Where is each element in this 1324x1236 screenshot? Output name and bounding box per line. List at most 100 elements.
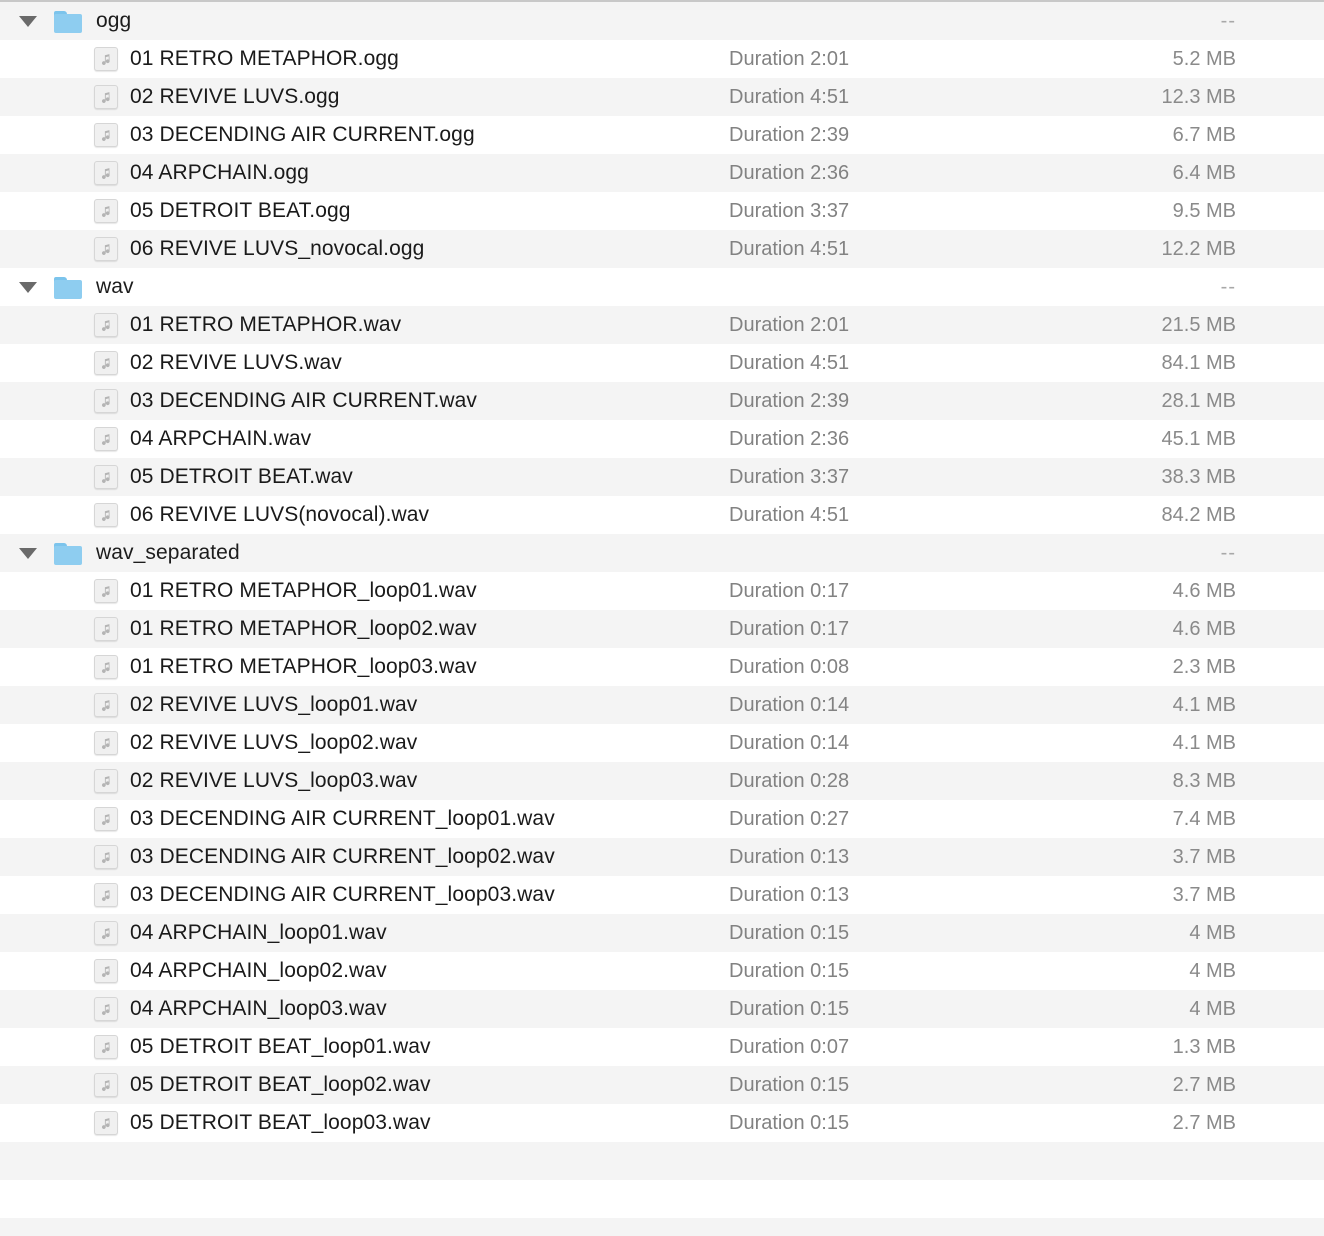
folder-row[interactable]: wav_separated --: [0, 534, 1324, 572]
music-note-icon: [94, 85, 118, 109]
chevron-down-glyph: [19, 547, 37, 559]
file-row[interactable]: 01 RETRO METAPHOR_loop03.wav Duration 0:0…: [0, 648, 1324, 686]
file-row[interactable]: 05 DETROIT BEAT.ogg Duration 3:37 9.5 MB: [0, 192, 1324, 230]
file-row[interactable]: 02 REVIVE LUVS.ogg Duration 4:51 12.3 MB: [0, 78, 1324, 116]
folder-row[interactable]: ogg --: [0, 2, 1324, 40]
music-note-icon: [94, 313, 118, 337]
file-row[interactable]: 05 DETROIT BEAT_loop02.wav Duration 0:15 2…: [0, 1066, 1324, 1104]
folder-size: --: [1220, 275, 1236, 298]
file-duration: Duration 0:17: [729, 579, 850, 602]
file-duration: Duration 3:37: [729, 199, 850, 222]
music-note-icon: [94, 1035, 118, 1059]
empty-row[interactable]: [0, 1218, 1324, 1236]
music-note-icon: [94, 921, 118, 945]
chevron-down-icon[interactable]: [0, 281, 52, 293]
music-note-icon: [94, 845, 118, 869]
file-size: 38.3 MB: [1161, 465, 1236, 488]
music-note-icon: [94, 389, 118, 413]
file-name: 02 REVIVE LUVS_loop03.wav: [130, 769, 418, 792]
file-size: 28.1 MB: [1161, 389, 1236, 412]
file-row[interactable]: 02 REVIVE LUVS_loop01.wav Duration 0:14 4.…: [0, 686, 1324, 724]
folder-size: --: [1220, 541, 1236, 564]
file-size: 7.4 MB: [1172, 807, 1236, 830]
file-name: 05 DETROIT BEAT_loop02.wav: [130, 1073, 431, 1096]
file-row[interactable]: 03 DECENDING AIR CURRENT_loop02.wav Durat…: [0, 838, 1324, 876]
file-duration: Duration 0:13: [729, 883, 850, 906]
file-browser-list[interactable]: ogg -- 01 RETRO METAPHOR.ogg Duration 2:01 5…: [0, 0, 1324, 1236]
file-row[interactable]: 01 RETRO METAPHOR_loop02.wav Duration 0:1…: [0, 610, 1324, 648]
folder-icon: [52, 274, 88, 300]
file-duration: Duration 0:13: [729, 845, 850, 868]
file-row[interactable]: 05 DETROIT BEAT_loop03.wav Duration 0:15 2…: [0, 1104, 1324, 1142]
music-note-icon: [94, 427, 118, 451]
empty-row[interactable]: [0, 1180, 1324, 1218]
file-name: 03 DECENDING AIR CURRENT_loop03.wav: [130, 883, 555, 906]
file-row[interactable]: 03 DECENDING AIR CURRENT.ogg Duration 2:3…: [0, 116, 1324, 154]
file-size: 2.3 MB: [1172, 655, 1236, 678]
file-size: 4 MB: [1189, 921, 1236, 944]
file-row[interactable]: 06 REVIVE LUVS(novocal).wav Duration 4:51…: [0, 496, 1324, 534]
file-name: 04 ARPCHAIN.ogg: [130, 161, 309, 184]
file-size: 84.2 MB: [1161, 503, 1236, 526]
file-duration: Duration 0:14: [729, 693, 850, 716]
folder-icon: [52, 540, 88, 566]
music-note-icon: [94, 503, 118, 527]
file-duration: Duration 4:51: [729, 85, 850, 108]
file-duration: Duration 0:28: [729, 769, 850, 792]
file-duration: Duration 0:17: [729, 617, 850, 640]
file-row[interactable]: 02 REVIVE LUVS_loop02.wav Duration 0:14 4.…: [0, 724, 1324, 762]
file-duration: Duration 2:01: [729, 313, 850, 336]
chevron-down-icon[interactable]: [0, 547, 52, 559]
file-row[interactable]: 04 ARPCHAIN_loop03.wav Duration 0:15 4 MB: [0, 990, 1324, 1028]
file-row[interactable]: 01 RETRO METAPHOR.ogg Duration 2:01 5.2 MB: [0, 40, 1324, 78]
chevron-down-glyph: [19, 281, 37, 293]
music-note-icon: [94, 199, 118, 223]
file-row[interactable]: 01 RETRO METAPHOR_loop01.wav Duration 0:1…: [0, 572, 1324, 610]
empty-row[interactable]: [0, 1142, 1324, 1180]
file-row[interactable]: 04 ARPCHAIN.ogg Duration 2:36 6.4 MB: [0, 154, 1324, 192]
file-row[interactable]: 05 DETROIT BEAT_loop01.wav Duration 0:07 1…: [0, 1028, 1324, 1066]
file-row[interactable]: 03 DECENDING AIR CURRENT_loop03.wav Durat…: [0, 876, 1324, 914]
file-duration: Duration 0:15: [729, 1111, 850, 1134]
file-row[interactable]: 05 DETROIT BEAT.wav Duration 3:37 38.3 MB: [0, 458, 1324, 496]
file-duration: Duration 2:36: [729, 161, 850, 184]
file-row[interactable]: 03 DECENDING AIR CURRENT.wav Duration 2:3…: [0, 382, 1324, 420]
file-name: 01 RETRO METAPHOR.wav: [130, 313, 402, 336]
file-row[interactable]: 03 DECENDING AIR CURRENT_loop01.wav Durat…: [0, 800, 1324, 838]
file-name: 05 DETROIT BEAT_loop03.wav: [130, 1111, 431, 1134]
music-note-icon: [94, 617, 118, 641]
file-duration: Duration 0:07: [729, 1035, 850, 1058]
music-note-icon: [94, 1111, 118, 1135]
file-size: 1.3 MB: [1172, 1035, 1236, 1058]
file-duration: Duration 0:15: [729, 959, 850, 982]
file-size: 4.1 MB: [1172, 731, 1236, 754]
file-row[interactable]: 04 ARPCHAIN.wav Duration 2:36 45.1 MB: [0, 420, 1324, 458]
chevron-down-glyph: [19, 15, 37, 27]
file-row[interactable]: 04 ARPCHAIN_loop02.wav Duration 0:15 4 MB: [0, 952, 1324, 990]
file-name: 04 ARPCHAIN_loop01.wav: [130, 921, 387, 944]
file-size: 12.2 MB: [1161, 237, 1236, 260]
file-size: 2.7 MB: [1172, 1073, 1236, 1096]
file-size: 84.1 MB: [1161, 351, 1236, 374]
folder-name: wav: [96, 275, 134, 298]
file-row[interactable]: 04 ARPCHAIN_loop01.wav Duration 0:15 4 MB: [0, 914, 1324, 952]
music-note-icon: [94, 123, 118, 147]
folder-name: wav_separated: [96, 541, 240, 564]
file-name: 01 RETRO METAPHOR_loop03.wav: [130, 655, 477, 678]
file-row[interactable]: 02 REVIVE LUVS_loop03.wav Duration 0:28 8.…: [0, 762, 1324, 800]
file-row[interactable]: 01 RETRO METAPHOR.wav Duration 2:01 21.5 M…: [0, 306, 1324, 344]
file-size: 12.3 MB: [1161, 85, 1236, 108]
music-note-icon: [94, 351, 118, 375]
file-row[interactable]: 02 REVIVE LUVS.wav Duration 4:51 84.1 MB: [0, 344, 1324, 382]
file-name: 03 DECENDING AIR CURRENT.ogg: [130, 123, 475, 146]
file-row[interactable]: 06 REVIVE LUVS_novocal.ogg Duration 4:51 1…: [0, 230, 1324, 268]
music-note-icon: [94, 579, 118, 603]
chevron-down-icon[interactable]: [0, 15, 52, 27]
folder-icon: [52, 8, 88, 34]
file-size: 4 MB: [1189, 959, 1236, 982]
file-name: 01 RETRO METAPHOR.ogg: [130, 47, 399, 70]
file-name: 02 REVIVE LUVS.wav: [130, 351, 342, 374]
folder-row[interactable]: wav --: [0, 268, 1324, 306]
music-note-icon: [94, 1073, 118, 1097]
music-note-icon: [94, 655, 118, 679]
